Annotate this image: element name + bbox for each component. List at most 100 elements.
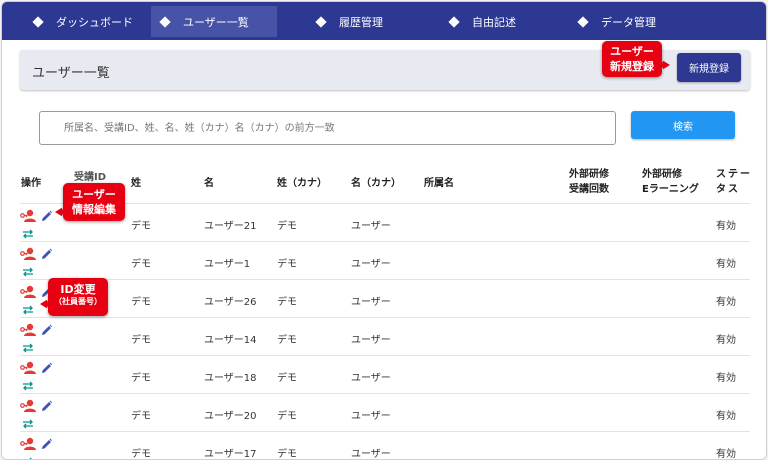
header-ext-count: 外部研修 受講回数 [569,169,609,195]
cell-sei-kana: デモ [277,297,297,308]
cell-mei-kana: ユーザー [351,221,391,232]
header-affiliation: 所属名 [424,178,454,189]
search-button[interactable]: 検索 [631,111,735,139]
search-input[interactable] [39,111,616,145]
header-ext-elearning: 外部研修 Eラーニング [642,169,699,195]
user-key-icon[interactable] [20,246,38,260]
callout-id-change-title: ID変更 [60,283,96,296]
row-actions [20,360,60,391]
header-mei-kana: 名（カナ） [351,178,401,189]
swap-icon[interactable] [22,300,34,315]
cell-sei-kana: デモ [277,411,297,422]
cell-status: 有効 [716,373,736,384]
user-key-icon[interactable] [20,398,38,412]
row-actions [20,208,60,239]
swap-icon[interactable] [22,262,34,277]
cell-mei-kana: ユーザー [351,373,391,384]
cell-mei-kana: ユーザー [351,335,391,346]
header-status: ステー タス [716,169,752,195]
callout-new-user: ユーザー 新規登録 [602,41,662,77]
edit-icon[interactable] [40,322,52,336]
diamond-icon [159,15,171,28]
edit-icon[interactable] [40,208,52,222]
user-key-icon[interactable] [20,360,38,374]
table-row: デモ ユーザー17 デモ ユーザー 有効 [20,431,750,460]
new-user-button[interactable]: 新規登録 [677,53,741,82]
row-actions [20,322,60,353]
cell-mei: ユーザー18 [204,373,257,384]
cell-sei-kana: デモ [277,373,297,384]
table-row: デモ ユーザー18 デモ ユーザー 有効 [20,355,750,393]
header-ops: 操作 [21,178,41,189]
cell-status: 有効 [716,411,736,422]
diamond-icon [315,15,327,28]
cell-mei: ユーザー1 [204,259,251,270]
cell-mei: ユーザー17 [204,449,257,460]
cell-status: 有効 [716,259,736,270]
cell-status: 有効 [716,221,736,232]
edit-icon[interactable] [40,398,52,412]
cell-mei: ユーザー20 [204,411,257,422]
user-key-icon[interactable] [20,208,38,222]
nav-free-text[interactable]: 自由記述 [440,6,526,37]
swap-icon[interactable] [22,452,34,459]
nav-user-list[interactable]: ユーザー一覧 [151,6,277,37]
user-key-icon[interactable] [20,436,38,450]
cell-sei-kana: デモ [277,221,297,232]
cell-sei: デモ [131,449,151,460]
cell-mei: ユーザー26 [204,297,257,308]
cell-status: 有効 [716,335,736,346]
cell-mei: ユーザー14 [204,335,257,346]
app-frame: ダッシュボード ユーザー一覧 履歴管理 自由記述 データ管理 ユーザー一覧 新規… [1,1,767,460]
cell-sei: デモ [131,259,151,270]
table-row: デモ ユーザー20 デモ ユーザー 有効 [20,393,750,431]
edit-icon[interactable] [40,436,52,450]
cell-mei-kana: ユーザー [351,259,391,270]
table-row: デモ ユーザー1 デモ ユーザー 有効 [20,241,750,279]
callout-edit-user: ユーザー 情報編集 [63,183,125,221]
diamond-icon [577,15,589,28]
nav-history[interactable]: 履歴管理 [307,6,393,37]
header-sei-kana: 姓（カナ） [277,178,327,189]
cell-sei-kana: デモ [277,259,297,270]
row-actions [20,436,60,459]
diamond-icon [448,15,460,28]
page-title: ユーザー一覧 [32,66,110,81]
header-sei: 姓 [131,178,141,189]
cell-sei-kana: デモ [277,335,297,346]
callout-arrow [55,207,63,217]
header-mei: 名 [204,178,214,189]
cell-status: 有効 [716,297,736,308]
nav-dashboard[interactable]: ダッシュボード [24,6,143,37]
swap-icon[interactable] [22,376,34,391]
cell-mei-kana: ユーザー [351,411,391,422]
row-actions [20,246,60,277]
cell-mei: ユーザー21 [204,221,257,232]
cell-mei-kana: ユーザー [351,449,391,460]
edit-icon[interactable] [40,246,52,260]
cell-sei: デモ [131,373,151,384]
swap-icon[interactable] [22,224,34,239]
user-key-icon[interactable] [20,284,38,298]
nav-data[interactable]: データ管理 [569,6,666,37]
user-key-icon[interactable] [20,322,38,336]
cell-sei: デモ [131,297,151,308]
cell-status: 有効 [716,449,736,460]
callout-arrow [662,60,670,70]
cell-sei: デモ [131,221,151,232]
swap-icon[interactable] [22,338,34,353]
cell-sei: デモ [131,335,151,346]
table-row: デモ ユーザー21 デモ ユーザー 有効 [20,203,750,241]
edit-icon[interactable] [40,360,52,374]
table-row: デモ ユーザー26 デモ ユーザー 有効 [20,279,750,317]
swap-icon[interactable] [22,414,34,429]
cell-mei-kana: ユーザー [351,297,391,308]
callout-arrow [40,299,48,309]
table-row: デモ ユーザー14 デモ ユーザー 有効 [20,317,750,355]
diamond-icon [32,15,44,28]
callout-id-change: ID変更 （社員番号） [48,278,108,316]
callout-id-change-sub: （社員番号） [54,297,102,306]
row-actions [20,398,60,429]
cell-sei: デモ [131,411,151,422]
top-nav: ダッシュボード ユーザー一覧 履歴管理 自由記述 データ管理 [2,2,766,40]
